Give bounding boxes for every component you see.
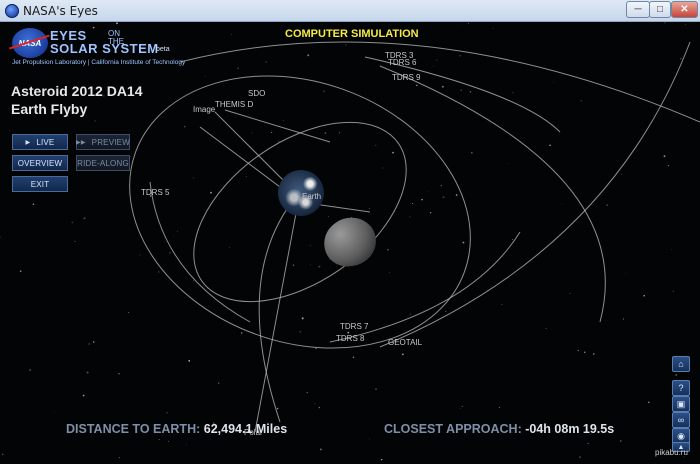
home-icon[interactable]: ⌂ bbox=[672, 356, 690, 372]
exit-button[interactable]: EXIT bbox=[12, 176, 68, 192]
distance-label: DISTANCE TO EARTH: bbox=[66, 422, 201, 436]
overview-button[interactable]: OVERVIEW bbox=[12, 155, 68, 171]
live-button[interactable]: ▶ LIVE bbox=[12, 134, 68, 150]
orbit-tdrs5 bbox=[149, 181, 251, 323]
fast-forward-icon: ▶▶ bbox=[76, 139, 86, 146]
help-icon[interactable]: ? bbox=[672, 380, 690, 396]
distance-readout: DISTANCE TO EARTH: 62,494.1 Miles bbox=[66, 422, 287, 436]
label-tdrs-6[interactable]: TDRS 6 bbox=[388, 58, 416, 67]
closest-approach-readout: CLOSEST APPROACH: -04h 08m 19.5s bbox=[384, 422, 614, 436]
nasa-logo-icon: NASA bbox=[12, 28, 48, 58]
watermark: pikabu.ru bbox=[655, 448, 688, 457]
closest-approach-label: CLOSEST APPROACH: bbox=[384, 422, 522, 436]
logo-solar-text: SOLAR SYSTEM bbox=[50, 41, 159, 56]
computer-simulation-label: COMPUTER SIMULATION bbox=[285, 28, 419, 40]
label-geotail[interactable]: GEOTAIL bbox=[388, 338, 422, 347]
exit-button-label: EXIT bbox=[30, 179, 50, 189]
label-sdo[interactable]: SDO bbox=[248, 89, 265, 98]
label-earth[interactable]: Earth bbox=[302, 192, 321, 201]
maximize-button[interactable]: □ bbox=[649, 1, 671, 18]
close-button[interactable]: ✕ bbox=[671, 1, 698, 18]
label-tdrs-5[interactable]: TDRS 5 bbox=[141, 188, 169, 197]
label-tdrs-9[interactable]: TDRS 9 bbox=[392, 73, 420, 82]
window-titlebar: NASA's Eyes ─ □ ✕ bbox=[0, 0, 700, 22]
logo-jpl-text: Jet Propulsion Laboratory | California I… bbox=[12, 59, 186, 66]
label-tdrs-8[interactable]: TDRS 8 bbox=[336, 334, 364, 343]
link-icon[interactable]: ∞ bbox=[672, 412, 690, 428]
preview-button[interactable]: ▶▶ PREVIEW bbox=[76, 134, 130, 150]
fullscreen-icon[interactable]: ▣ bbox=[672, 396, 690, 412]
label-image[interactable]: Image bbox=[193, 105, 215, 114]
ride-along-button[interactable]: RIDE-ALONG bbox=[76, 155, 130, 171]
mission-title: Asteroid 2012 DA14 Earth Flyby bbox=[11, 82, 143, 118]
minimize-button[interactable]: ─ bbox=[626, 1, 650, 18]
nasa-app-icon bbox=[5, 4, 19, 18]
label-tdrs-7[interactable]: TDRS 7 bbox=[340, 322, 368, 331]
orbit-geotail bbox=[379, 41, 691, 348]
ride-along-button-label: RIDE-ALONG bbox=[77, 158, 129, 168]
trajectory-polar bbox=[254, 191, 301, 433]
eyes-logo[interactable]: NASA EYES ON THE SOLAR SYSTEM beta Jet P… bbox=[12, 28, 212, 68]
simulation-viewport[interactable]: NASA EYES ON THE SOLAR SYSTEM beta Jet P… bbox=[0, 22, 700, 464]
orbit-tdrs3 bbox=[364, 56, 561, 133]
mission-title-line2: Earth Flyby bbox=[11, 101, 88, 117]
preview-button-label: PREVIEW bbox=[91, 137, 130, 147]
label-themis-d[interactable]: THEMIS D bbox=[215, 100, 253, 109]
play-icon: ▶ bbox=[25, 139, 31, 146]
window-title: NASA's Eyes bbox=[23, 4, 98, 18]
closest-approach-value: -04h 08m 19.5s bbox=[525, 422, 615, 436]
live-button-label: LIVE bbox=[36, 137, 55, 147]
orbit-tdrs6 bbox=[379, 65, 606, 323]
distance-value: 62,494.1 Miles bbox=[203, 422, 288, 436]
orbit-arc-top bbox=[179, 41, 700, 123]
mission-title-line1: Asteroid 2012 DA14 bbox=[11, 83, 143, 99]
logo-beta-text: beta bbox=[156, 46, 170, 53]
overview-button-label: OVERVIEW bbox=[17, 158, 63, 168]
